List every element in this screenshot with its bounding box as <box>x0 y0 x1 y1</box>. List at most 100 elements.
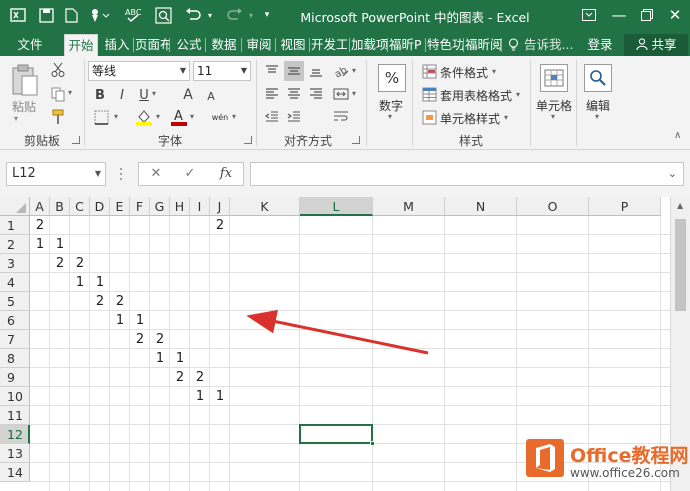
maximize-button[interactable] <box>632 3 662 27</box>
editing-dropdown-icon[interactable]: ▾ <box>595 112 599 121</box>
formula-bar-splitter-icon[interactable] <box>119 166 123 182</box>
italic-button[interactable]: I <box>114 86 130 104</box>
tab-formulas[interactable]: 公式 <box>173 34 205 56</box>
font-launcher-icon[interactable] <box>244 136 252 144</box>
bold-button[interactable]: B <box>92 86 108 104</box>
tab-add-ins[interactable]: 加载项 <box>351 34 387 56</box>
save-icon[interactable] <box>36 4 56 26</box>
watermark-title: Office教程网 <box>570 445 689 467</box>
expand-formula-icon[interactable]: ⌄ <box>668 167 677 180</box>
conditional-dropdown-icon[interactable]: ▾ <box>492 67 496 76</box>
border-dropdown-icon[interactable]: ▾ <box>114 112 118 121</box>
insert-function-button[interactable]: fx <box>215 165 237 183</box>
ribbon-tab-bar: 文件 开始 插入 页面布 公式 数据 审阅 视图 开发工 加载项 福昕P 特色功… <box>0 32 690 56</box>
phonetic-button[interactable]: wén <box>210 108 230 126</box>
format-as-table-icon[interactable] <box>420 85 438 103</box>
clipboard-launcher-icon[interactable] <box>72 136 80 144</box>
cell-styles-label[interactable]: 单元格样式 <box>440 110 500 127</box>
format-as-table-label[interactable]: 套用表格格式 <box>440 87 512 104</box>
tab-foxit-pdf[interactable]: 福昕P <box>389 34 425 56</box>
tell-me-input[interactable]: 告诉我... <box>524 34 580 56</box>
align-top-icon[interactable] <box>262 61 282 81</box>
conditional-format-icon[interactable] <box>420 62 438 80</box>
border-icon[interactable] <box>92 109 110 125</box>
tab-foxit-reader[interactable]: 福昕阅 <box>465 34 501 56</box>
number-dropdown-icon[interactable]: ▾ <box>388 112 392 121</box>
copy-icon[interactable] <box>50 86 66 102</box>
cut-icon[interactable] <box>50 62 66 78</box>
tab-developer[interactable]: 开发工 <box>311 34 347 56</box>
excel-logo-icon <box>8 4 28 26</box>
tab-file[interactable]: 文件 <box>4 34 56 56</box>
cell-styles-dropdown-icon[interactable]: ▾ <box>504 113 508 122</box>
redo-icon[interactable] <box>225 4 245 26</box>
title-bar: ABC ▾ ▾ ▾ Microsoft PowerPoint 中的图表 - Ex… <box>0 0 690 32</box>
new-file-icon[interactable] <box>62 4 80 26</box>
font-size-combo[interactable]: 11 ▼ <box>193 61 251 81</box>
touch-mode-icon[interactable] <box>86 4 112 26</box>
close-button[interactable]: ✕ <box>660 3 690 27</box>
paste-label[interactable]: 粘贴 <box>12 98 36 115</box>
formula-input[interactable]: ⌄ <box>250 162 684 186</box>
merge-dropdown-icon[interactable]: ▾ <box>352 89 356 98</box>
ribbon-display-options-icon[interactable] <box>574 3 604 27</box>
align-middle-icon[interactable] <box>284 61 304 81</box>
decrease-indent-icon[interactable] <box>262 107 282 127</box>
undo-icon[interactable] <box>182 4 204 26</box>
find-icon[interactable] <box>152 4 174 26</box>
merge-center-icon[interactable] <box>330 84 352 104</box>
decrease-font-button[interactable]: A <box>204 88 218 104</box>
cancel-icon[interactable]: ✕ <box>145 165 167 183</box>
editing-search-icon[interactable] <box>584 64 612 92</box>
orientation-dropdown-icon[interactable]: ▾ <box>352 66 356 75</box>
chevron-down-icon: ▼ <box>179 66 186 75</box>
fill-color-dropdown-icon[interactable]: ▾ <box>156 112 160 121</box>
conditional-format-label[interactable]: 条件格式 <box>440 64 488 81</box>
wrap-text-icon[interactable] <box>330 107 352 127</box>
font-color-icon[interactable]: A <box>170 107 188 127</box>
tab-home[interactable]: 开始 <box>64 34 98 56</box>
tab-insert[interactable]: 插入 <box>101 34 133 56</box>
name-box-value: L12 <box>12 166 36 181</box>
font-name-combo[interactable]: 等线 ▼ <box>88 61 190 81</box>
enter-icon[interactable]: ✓ <box>179 165 201 183</box>
increase-font-button[interactable]: A <box>180 86 196 104</box>
paste-icon[interactable] <box>8 62 42 98</box>
minimize-button[interactable]: — <box>604 3 634 27</box>
tab-data[interactable]: 数据 <box>207 34 241 56</box>
align-right-icon[interactable] <box>306 84 326 104</box>
styles-group-label: 样式 <box>458 134 483 148</box>
scrollbar-thumb[interactable] <box>675 219 686 311</box>
tab-review[interactable]: 审阅 <box>243 34 275 56</box>
person-icon <box>635 37 652 52</box>
paste-dropdown-icon[interactable]: ▾ <box>14 114 18 123</box>
format-painter-icon[interactable] <box>50 109 66 125</box>
tab-page-layout[interactable]: 页面布 <box>135 34 169 56</box>
tab-features[interactable]: 特色功 <box>427 34 463 56</box>
cells-dropdown-icon[interactable]: ▾ <box>551 112 555 121</box>
sign-in-link[interactable]: 登录 <box>586 34 614 56</box>
copy-dropdown-icon[interactable]: ▾ <box>68 88 72 97</box>
collapse-ribbon-icon[interactable]: ∧ <box>674 130 681 141</box>
spelling-icon[interactable]: ABC <box>122 4 144 26</box>
name-box[interactable]: L12 ▼ <box>6 162 106 186</box>
phonetic-dropdown-icon[interactable]: ▾ <box>232 112 236 121</box>
percent-style-button[interactable]: % <box>378 64 406 92</box>
fill-color-icon[interactable] <box>134 107 154 127</box>
font-color-dropdown-icon[interactable]: ▾ <box>190 112 194 121</box>
align-left-icon[interactable] <box>262 84 282 104</box>
undo-dropdown-icon[interactable]: ▾ <box>205 4 215 26</box>
scroll-up-icon[interactable]: ▲ <box>677 201 683 210</box>
underline-dropdown-icon[interactable]: ▾ <box>152 89 156 98</box>
share-button[interactable]: 共享 <box>624 34 688 56</box>
cells-icon[interactable] <box>540 64 568 92</box>
text-orientation-icon[interactable]: ab <box>330 61 352 81</box>
cell-styles-icon[interactable] <box>420 108 438 126</box>
tab-view[interactable]: 视图 <box>277 34 309 56</box>
underline-button[interactable]: U <box>136 86 152 104</box>
alignment-launcher-icon[interactable] <box>352 136 360 144</box>
increase-indent-icon[interactable] <box>284 107 304 127</box>
table-style-dropdown-icon[interactable]: ▾ <box>516 90 520 99</box>
align-center-icon[interactable] <box>284 84 304 104</box>
align-bottom-icon[interactable] <box>306 61 326 81</box>
